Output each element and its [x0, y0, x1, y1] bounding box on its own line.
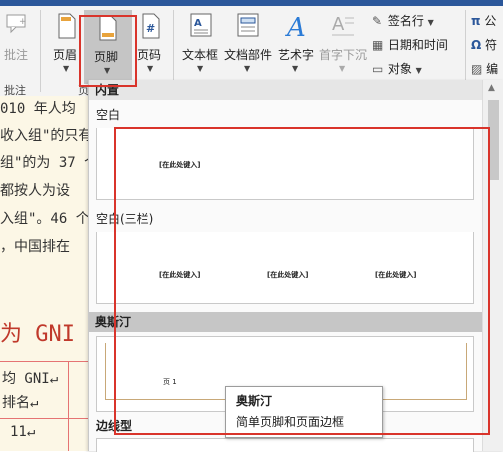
quickparts-dropdown-icon: ▼	[244, 64, 251, 73]
symbol-label: 符	[485, 38, 498, 52]
placeholder-text: [在此处键入]	[375, 271, 417, 279]
comment-button[interactable]: + 批注	[2, 12, 30, 72]
header-dropdown-icon: ▼	[63, 64, 70, 73]
svg-text:A: A	[332, 14, 345, 35]
page-number-button[interactable]: # 页码 ▼	[134, 12, 168, 80]
gallery-item-blank-three-columns[interactable]: 空白(三栏) [在此处键入] [在此处键入] [在此处键入]	[89, 208, 482, 308]
footer-button[interactable]: 页脚 ▼	[84, 10, 132, 84]
textbox-button-label: 文本框	[182, 48, 219, 62]
header-button[interactable]: 页眉 ▼	[50, 12, 84, 80]
footer-thumbnail	[96, 438, 474, 452]
group-separator	[40, 10, 41, 92]
table-cell: 11↵	[10, 424, 36, 440]
document-table: 均 GNI↵ 排名↵ 11↵	[0, 361, 90, 451]
pi-icon: π	[471, 14, 481, 28]
svg-text:A: A	[194, 18, 202, 29]
dropcap-button[interactable]: A 首字下沉 ▼	[318, 12, 368, 80]
textbox-button[interactable]: A 文本框 ▼	[180, 12, 222, 80]
tooltip-title: 奥斯汀	[236, 394, 273, 408]
datetime-label: 日期和时间	[387, 38, 448, 52]
quickparts-button[interactable]: 文档部件 ▼	[223, 12, 273, 80]
document-text-line: ，中国排在	[0, 239, 70, 255]
signature-line-icon: ✎	[372, 14, 383, 28]
numbering-icon: ▨	[471, 62, 483, 76]
dropcap-dropdown-icon: ▼	[339, 64, 346, 73]
document-text-line: 组"的为 37 个	[0, 155, 90, 171]
header-button-label: 页眉	[53, 48, 78, 62]
gallery-item-name: 边线型	[96, 419, 133, 433]
page-number-icon: #	[142, 13, 160, 39]
gallery-item-name: 空白(三栏)	[96, 212, 154, 226]
textbox-icon: A	[190, 13, 212, 37]
ribbon-tab-strip	[0, 0, 503, 6]
footer-icon	[99, 15, 117, 41]
omega-icon: Ω	[471, 38, 482, 52]
wordart-dropdown-icon: ▼	[292, 64, 299, 73]
symbol-button[interactable]: Ω 符	[471, 36, 497, 53]
footer-thumbnail: [在此处键入] [在此处键入] [在此处键入]	[96, 232, 474, 304]
dropcap-icon: A	[332, 14, 354, 36]
page-number-text: 页 1	[163, 378, 177, 386]
gallery-section-builtin: 内置	[89, 80, 482, 100]
austin-tooltip: 奥斯汀 简单页脚和页面边框	[225, 386, 383, 438]
footer-button-label: 页脚	[94, 50, 119, 64]
page-number-button-label: 页码	[137, 48, 162, 62]
gallery-item-blank[interactable]: 空白 [在此处键入]	[89, 104, 482, 204]
document-text-line: 010 年人均	[0, 101, 76, 117]
gallery-scrollbar[interactable]: ▲	[482, 80, 503, 451]
table-header-cell: 均 GNI↵	[2, 371, 59, 387]
svg-text:+: +	[19, 17, 27, 27]
quickparts-icon	[237, 13, 259, 37]
placeholder-text: [在此处键入]	[267, 271, 309, 279]
comment-icon: +	[6, 14, 27, 34]
scrollbar-thumb[interactable]	[488, 100, 499, 180]
object-icon: ▭	[372, 62, 384, 76]
object-dropdown-icon: ▼	[415, 66, 422, 75]
placeholder-text: [在此处键入]	[159, 161, 201, 169]
wordart-button-label: 艺术字	[278, 48, 315, 62]
numbering-button[interactable]: ▨ 编	[471, 60, 498, 77]
page-number-dropdown-icon: ▼	[147, 64, 154, 73]
placeholder-text: [在此处键入]	[159, 271, 201, 279]
comment-button-label: 批注	[4, 48, 29, 62]
scroll-up-arrow-icon[interactable]: ▲	[488, 83, 495, 93]
equation-button[interactable]: π 公	[471, 12, 496, 29]
document-text-line: 收入组"的只有	[0, 128, 90, 144]
document-page[interactable]: 010 年人均 收入组"的只有 组"的为 37 个 都按人为设 入组"。46 个…	[0, 96, 90, 451]
textbox-dropdown-icon: ▼	[197, 64, 204, 73]
svg-text:#: #	[146, 22, 155, 35]
gallery-item-name: 空白	[96, 108, 121, 122]
datetime-button[interactable]: ▦ 日期和时间	[372, 36, 448, 56]
calendar-icon: ▦	[372, 38, 384, 52]
table-divider	[68, 362, 69, 451]
dropcap-button-label: 首字下沉	[319, 48, 368, 62]
signature-line-button[interactable]: ✎ 签名行 ▼	[372, 12, 434, 32]
numbering-label: 编	[486, 62, 499, 76]
header-icon	[58, 13, 76, 39]
document-text-line: 都按人为设	[0, 183, 70, 199]
wordart-button[interactable]: A 艺术字 ▼	[276, 12, 316, 80]
table-divider	[0, 418, 90, 419]
object-label: 对象	[387, 62, 412, 76]
tooltip-description: 简单页脚和页面边框	[236, 415, 345, 429]
object-button[interactable]: ▭ 对象 ▼	[372, 60, 422, 80]
footer-thumbnail: [在此处键入]	[96, 128, 474, 200]
signature-dropdown-icon: ▼	[427, 18, 434, 27]
table-header-cell: 排名↵	[2, 395, 39, 411]
equation-label: 公	[484, 14, 497, 28]
gallery-item-name-hovered: 奥斯汀	[89, 312, 482, 332]
document-heading: 为 GNI 一	[0, 322, 90, 347]
signature-line-label: 签名行	[387, 14, 424, 28]
quickparts-button-label: 文档部件	[224, 48, 273, 62]
footer-dropdown-icon: ▼	[104, 66, 111, 75]
svg-text:A: A	[285, 13, 306, 40]
document-text-line: 入组"。46 个	[0, 211, 90, 227]
wordart-icon: A	[285, 13, 306, 40]
